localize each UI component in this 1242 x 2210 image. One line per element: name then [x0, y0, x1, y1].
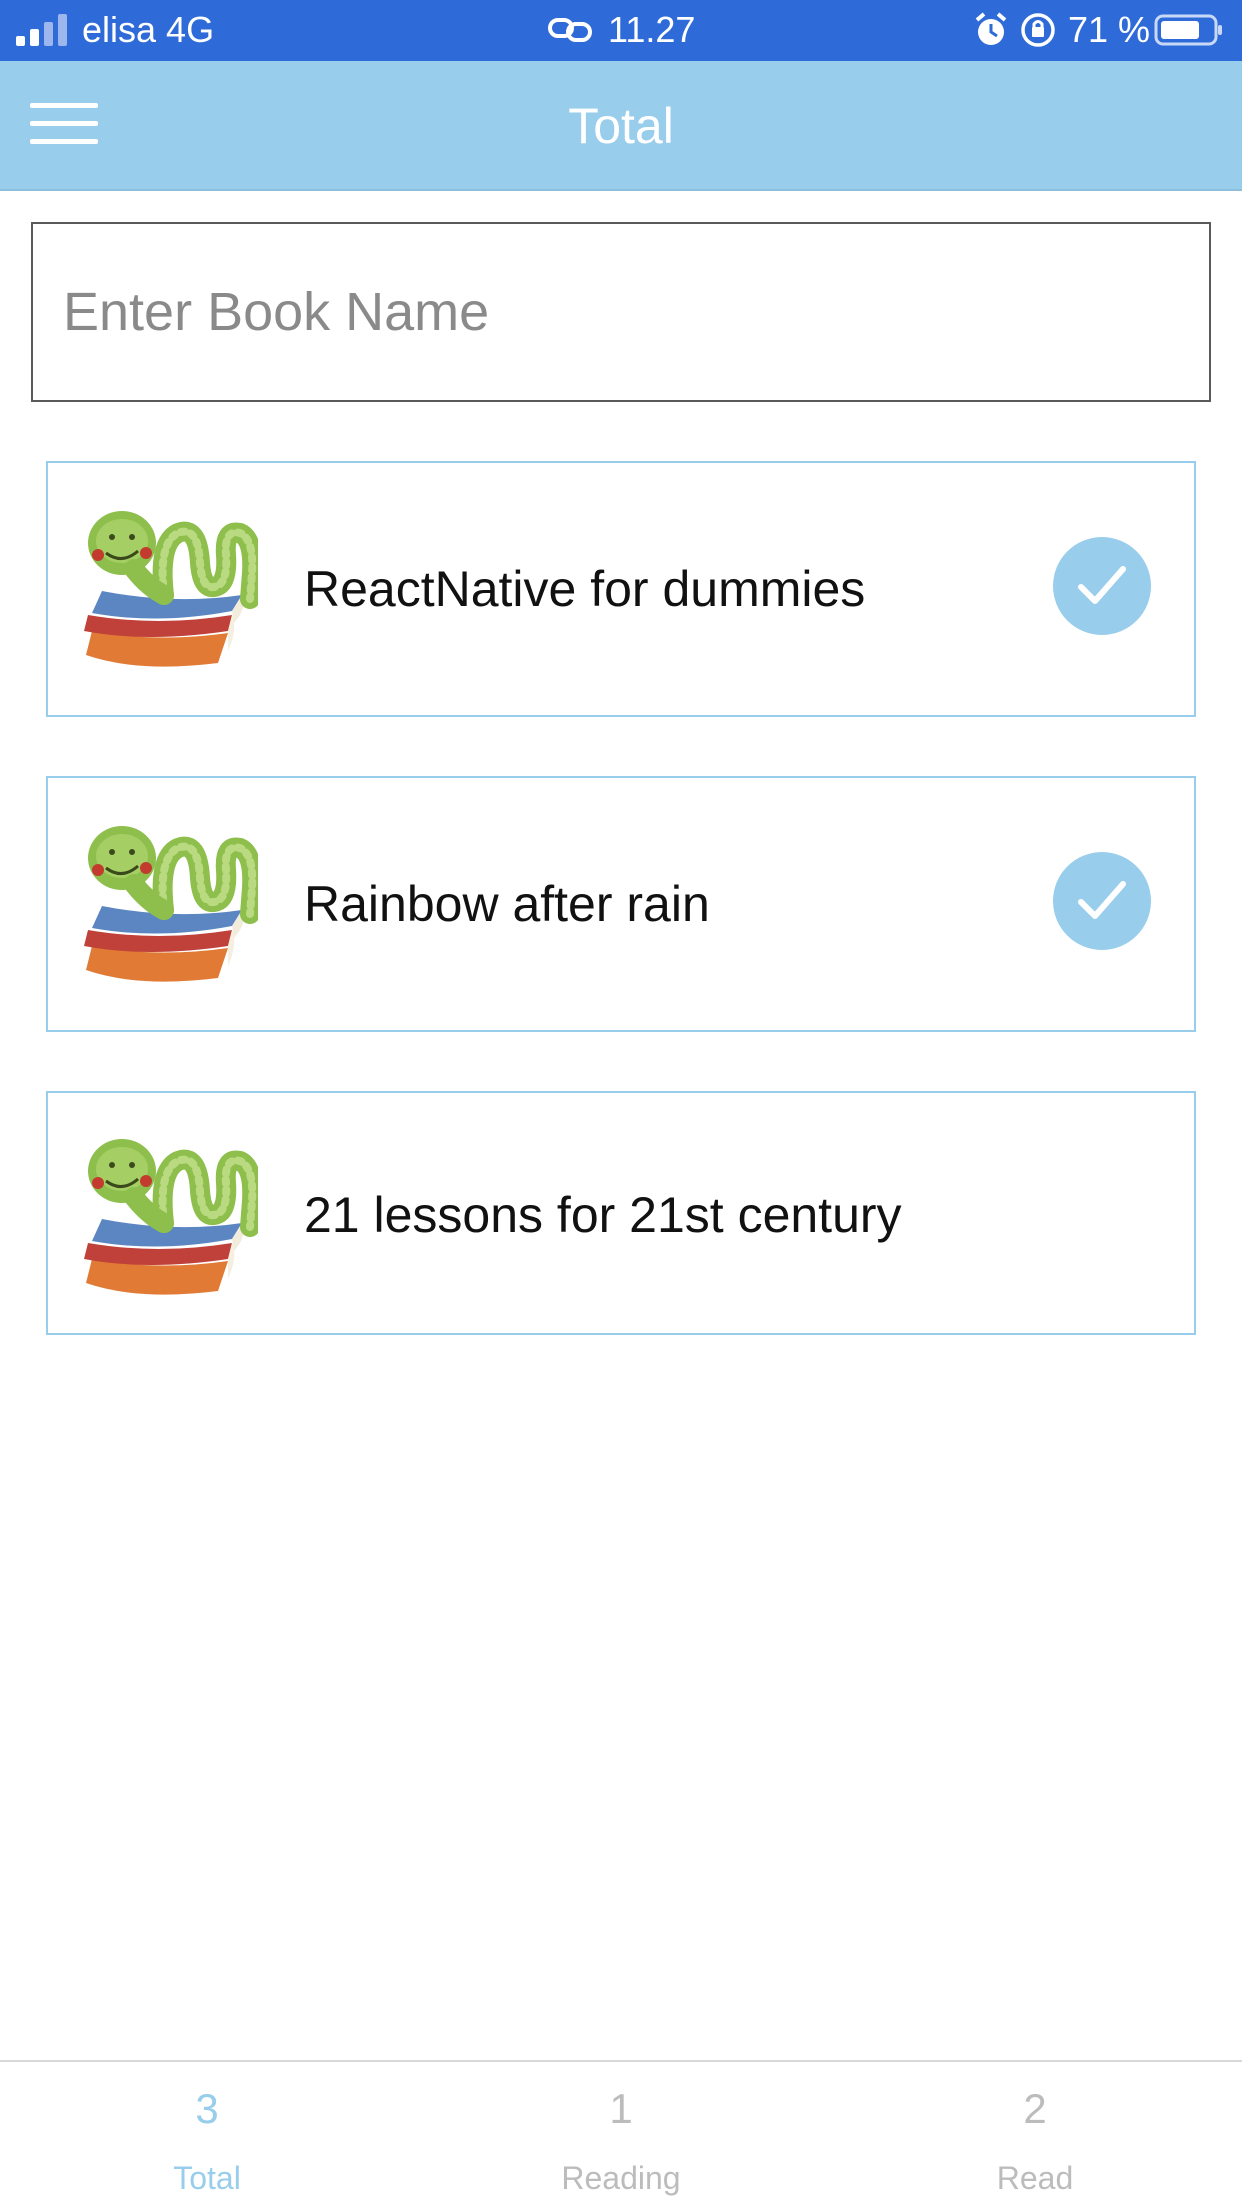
- tab-count: 3: [195, 2085, 219, 2132]
- status-right: 71 %: [970, 8, 1232, 52]
- link-icon: [548, 18, 592, 42]
- bookworm-icon: [78, 818, 258, 988]
- signal-icon: [16, 14, 67, 46]
- book-item[interactable]: Rainbow after rain: [46, 776, 1196, 1032]
- book-item[interactable]: 21 lessons for 21st century: [46, 1091, 1196, 1335]
- tab-label: Reading: [561, 2160, 681, 2196]
- alarm-icon: [975, 12, 1007, 45]
- tab-total[interactable]: 3 Total: [0, 2062, 414, 2210]
- battery-icon: [1154, 14, 1222, 46]
- bottom-tab-bar: 3 Total 1 Reading 2 Read: [0, 2060, 1242, 2208]
- book-name-input[interactable]: [33, 224, 1209, 400]
- carrier-label: elisa 4G: [82, 9, 215, 50]
- status-bar: elisa 4G 11.27 71 %: [0, 0, 1242, 61]
- bookworm-icon: [78, 503, 258, 673]
- page-title: Total: [568, 98, 674, 154]
- tab-read[interactable]: 2 Read: [828, 2062, 1242, 2210]
- read-check-icon[interactable]: [1053, 537, 1151, 635]
- book-title: ReactNative for dummies: [304, 561, 866, 617]
- bookworm-icon: [78, 1131, 258, 1301]
- battery-percent: 71 %: [1068, 9, 1151, 50]
- tab-label: Total: [173, 2160, 241, 2196]
- orientation-lock-icon: [1021, 13, 1055, 47]
- app-header: Total: [0, 61, 1242, 191]
- book-title: 21 lessons for 21st century: [304, 1187, 902, 1243]
- tab-count: 2: [1023, 2085, 1047, 2132]
- book-title: Rainbow after rain: [304, 876, 710, 932]
- tab-label: Read: [996, 2160, 1074, 2196]
- tab-reading[interactable]: 1 Reading: [414, 2062, 828, 2210]
- book-name-field-container: [31, 222, 1211, 402]
- tab-count: 1: [609, 2085, 633, 2132]
- clock: 11.27: [608, 9, 696, 50]
- book-item[interactable]: ReactNative for dummies: [46, 461, 1196, 717]
- read-check-icon[interactable]: [1053, 852, 1151, 950]
